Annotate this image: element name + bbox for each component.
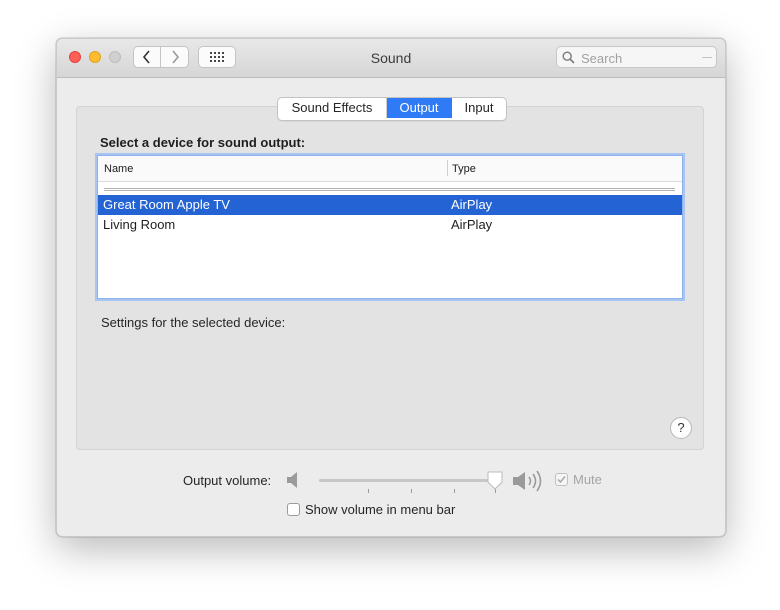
output-device-table[interactable]: Name Type Great Room Apple TV AirPlay Li… [97, 155, 683, 299]
column-header-type[interactable]: Type [452, 163, 476, 175]
settings-label: Settings for the selected device: [101, 315, 286, 330]
section-title: Select a device for sound output: [100, 135, 306, 150]
search-field-edge [702, 57, 712, 58]
checkmark-icon [557, 476, 566, 484]
mute-label: Mute [573, 472, 602, 487]
device-type: AirPlay [451, 197, 493, 212]
tab-sound-effects[interactable]: Sound Effects [278, 98, 387, 118]
device-name: Living Room [103, 217, 176, 232]
slider-tick [454, 489, 455, 493]
tab-input[interactable]: Input [452, 98, 506, 118]
search-input[interactable] [579, 49, 703, 67]
tab-output[interactable]: Output [387, 98, 452, 118]
column-divider [447, 160, 448, 176]
slider-tick [411, 489, 412, 493]
title-bar: Sound [57, 39, 725, 78]
search-icon [562, 51, 575, 64]
volume-slider-knob[interactable] [486, 471, 504, 491]
show-volume-checkbox[interactable]: Show volume in menu bar [287, 502, 455, 517]
column-header-name[interactable]: Name [104, 163, 133, 175]
table-header: Name Type [98, 156, 682, 182]
show-volume-checkbox-box[interactable] [287, 503, 300, 516]
volume-slider-track[interactable] [319, 479, 497, 482]
search-field[interactable] [556, 46, 717, 68]
table-row[interactable]: Living Room AirPlay [98, 215, 682, 235]
output-volume-label: Output volume: [183, 473, 272, 488]
speaker-low-icon [287, 472, 297, 488]
table-separator [104, 188, 675, 191]
show-volume-label: Show volume in menu bar [305, 502, 456, 517]
mute-checkbox-box[interactable] [555, 473, 568, 486]
device-type: AirPlay [451, 217, 493, 232]
sound-preferences-window: Sound Sound Effects Output Input Select … [56, 38, 726, 537]
tab-bar: Sound Effects Output Input [277, 97, 507, 121]
slider-tick [368, 489, 369, 493]
speaker-high-icon [513, 470, 542, 492]
mute-checkbox[interactable]: Mute [555, 472, 602, 487]
table-row[interactable]: Great Room Apple TV AirPlay [98, 195, 682, 215]
help-button[interactable]: ? [670, 417, 692, 439]
device-name: Great Room Apple TV [103, 197, 230, 212]
